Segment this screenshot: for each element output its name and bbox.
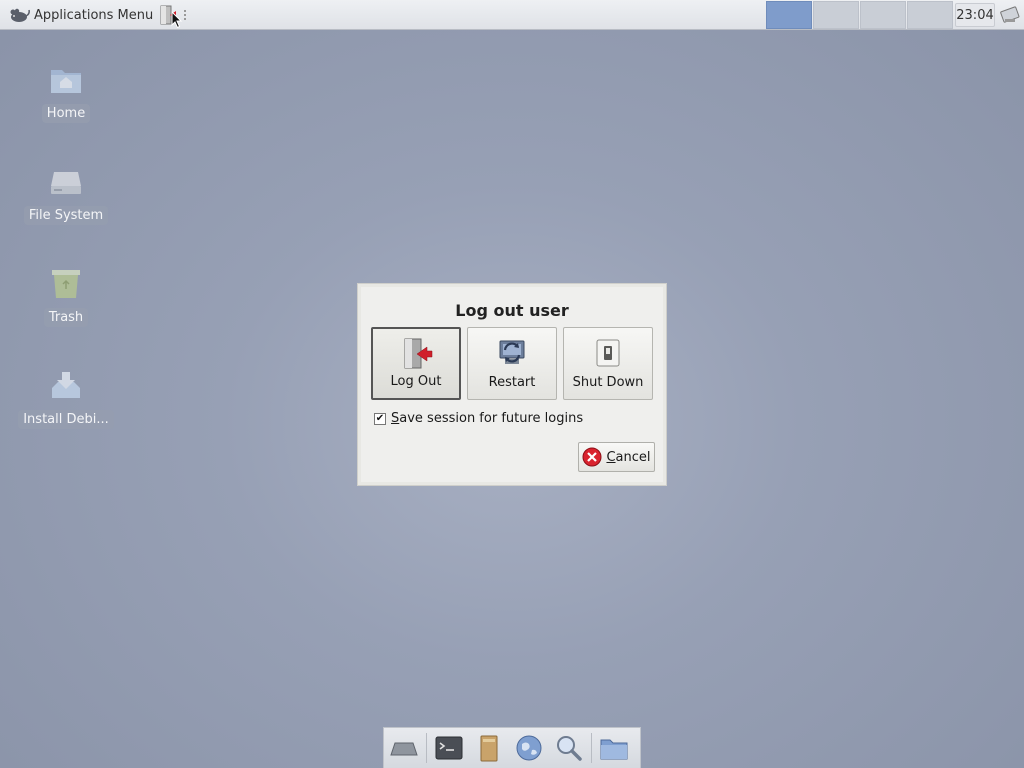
install-icon [46,366,86,406]
restart-button[interactable]: Restart [467,327,557,400]
logout-dialog: Log out user Log Out Restart Shut Down ✔… [357,283,667,486]
shutdown-button[interactable]: Shut Down [563,327,653,400]
logout-label: Log Out [390,374,442,389]
cancel-button[interactable]: Cancel [578,442,655,472]
restart-label: Restart [488,375,536,390]
file-manager-button[interactable] [469,728,509,768]
applications-menu-button[interactable]: Applications Menu [4,3,157,27]
terminal-icon [435,736,463,760]
xfce-mouse-icon [8,6,30,24]
app-finder-button[interactable] [549,728,589,768]
logout-icon [399,337,433,371]
top-panel: Applications Menu 23:04 [0,0,1024,30]
app-finder-icon [557,736,582,761]
bottom-dock [383,727,641,768]
workspace-switcher[interactable] [766,1,954,29]
workspace-3[interactable] [860,1,906,29]
power-switch-icon [591,336,625,370]
folder-icon [600,739,628,760]
restart-icon [495,336,529,370]
drive-icon [46,162,86,202]
web-browser-button[interactable] [509,728,549,768]
cancel-label: Cancel [606,449,651,465]
desktop-icon-label: File System [23,206,109,225]
workspace-2[interactable] [813,1,859,29]
applications-menu-label: Applications Menu [34,7,154,23]
mouse-cursor-icon [171,11,183,29]
desktop-icon-home[interactable]: Home [11,60,121,123]
desktop-icon-label: Home [41,104,91,123]
desktop-icon-label: Trash [43,308,89,327]
workspace-1[interactable] [766,1,812,29]
desktop-icon-label: Install Debi... [18,410,114,429]
home-folder-icon [46,60,86,100]
desktop-icon-file-system[interactable]: File System [11,162,121,225]
show-desktop-icon [390,742,418,756]
terminal-button[interactable] [429,728,469,768]
desktop-icon-install-debian[interactable]: Install Debi... [11,366,121,429]
desktop-icon-trash[interactable]: Trash [11,264,121,327]
cancel-icon [582,447,602,467]
web-browser-icon [516,735,542,761]
shutdown-label: Shut Down [572,375,644,390]
dock-separator [591,733,592,763]
save-session-option[interactable]: ✔ Save session for future logins [374,411,583,426]
file-manager-icon [480,735,498,762]
show-desktop-button[interactable] [384,728,424,768]
clock[interactable]: 23:04 [955,3,995,27]
save-session-label: Save session for future logins [391,411,584,426]
folder-button[interactable] [594,728,634,768]
dock-separator [426,733,427,763]
network-tray-icon[interactable] [998,3,1022,27]
panel-handle[interactable] [184,10,188,20]
logout-button[interactable]: Log Out [371,327,461,400]
dialog-title: Log out user [455,301,569,320]
trash-icon [46,264,86,304]
workspace-4[interactable] [907,1,953,29]
save-session-checkbox[interactable]: ✔ [374,412,386,425]
